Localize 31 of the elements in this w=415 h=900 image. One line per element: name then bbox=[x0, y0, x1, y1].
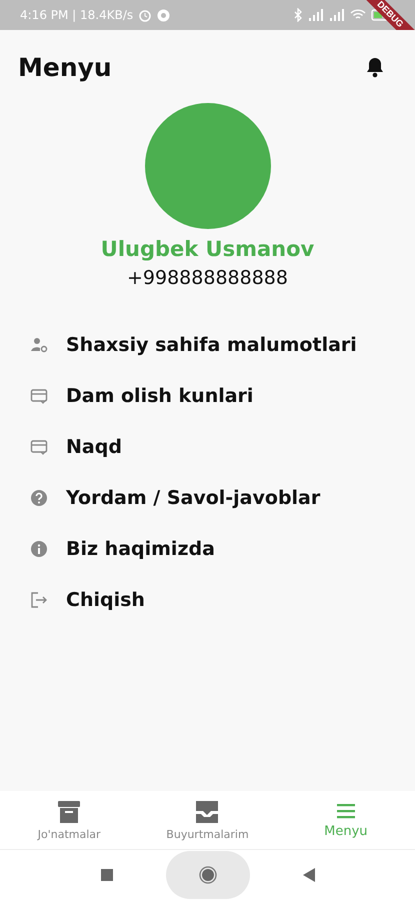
nav-tab[interactable]: Buyurtmalarim bbox=[138, 791, 277, 849]
page-title: Menyu bbox=[18, 52, 112, 82]
card-icon bbox=[30, 438, 48, 456]
signal-icon bbox=[329, 9, 345, 21]
help-icon bbox=[30, 488, 48, 506]
menu-item[interactable]: Chiqish bbox=[30, 574, 415, 625]
logout-icon bbox=[30, 590, 48, 608]
wifi-icon bbox=[350, 9, 366, 21]
recents-icon[interactable] bbox=[100, 868, 114, 882]
user-name: Ulugbek Usmanov bbox=[100, 237, 314, 261]
signal-icon bbox=[308, 9, 324, 21]
status-text: 4:16 PM | 18.4KB/s bbox=[20, 8, 134, 22]
archive-icon bbox=[56, 799, 82, 825]
user-settings-icon bbox=[30, 336, 48, 354]
menu-item[interactable]: Dam olish kunlari bbox=[30, 370, 415, 421]
menu-item[interactable]: Yordam / Savol-javoblar bbox=[30, 472, 415, 523]
menu-item[interactable]: Biz haqimizda bbox=[30, 523, 415, 574]
card-icon bbox=[30, 386, 48, 404]
phone-number: +998888888888 bbox=[127, 267, 288, 289]
bluetooth-icon bbox=[294, 8, 303, 22]
alarm-icon bbox=[138, 8, 152, 22]
bell-icon[interactable] bbox=[365, 56, 385, 78]
inbox-icon bbox=[194, 799, 220, 825]
home-button[interactable] bbox=[166, 851, 250, 899]
back-icon[interactable] bbox=[302, 867, 316, 883]
nav-tab[interactable]: Jo'natmalar bbox=[0, 791, 138, 849]
menu-item[interactable]: Naqd bbox=[30, 421, 415, 472]
menu-item[interactable]: Shaxsiy sahifa malumotlari bbox=[30, 319, 415, 370]
app-icon bbox=[157, 8, 170, 22]
home-icon bbox=[198, 865, 218, 885]
info-icon bbox=[30, 540, 48, 558]
